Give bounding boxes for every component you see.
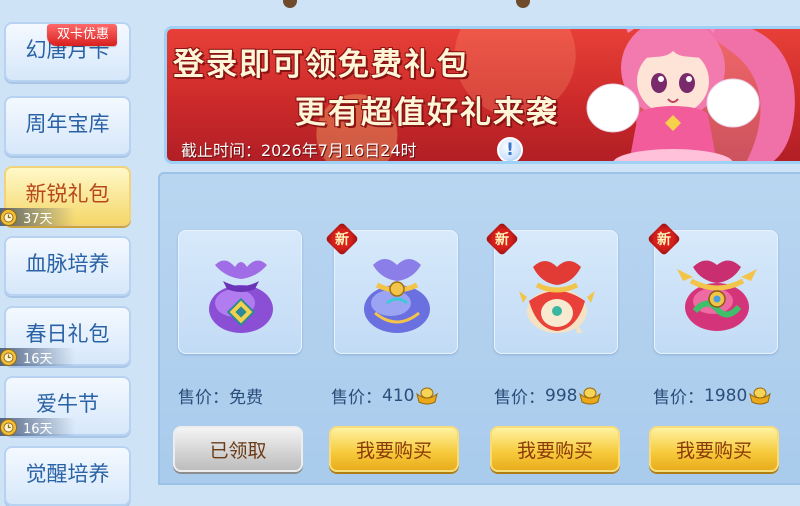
clock-icon [0,208,17,226]
red-bag-icon [519,261,595,333]
purple-bag-icon [209,260,273,333]
top-ornament [516,0,530,8]
double-card-badge: 双卡优惠 [47,24,118,46]
blue-bag-icon [364,259,430,333]
gold-ingot-icon [579,387,602,404]
sidebar-item-anniversary-vault[interactable]: 周年宝库 [4,96,131,156]
sidebar-item-awakening-training[interactable]: 觉醒培养 [4,446,131,506]
banner-headline: 登录即可领免费礼包 [173,47,470,83]
promo-banner: 登录即可领免费礼包 更有超值好礼来袭 截止时间：2026年7月16日24时 ! [164,26,800,164]
sidebar-item-label: 血脉培养 [25,252,110,276]
price-value: 998 [545,385,578,406]
gold-ingot-icon [749,387,772,404]
price-value: 1980 [704,385,748,406]
price-value: 410 [382,385,415,406]
sidebar-item-label: 周年宝库 [25,112,110,136]
price-label: 售价： 1980 [653,383,772,408]
price-label: 售价： 998 [494,383,602,408]
countdown-timer: 16天 [0,418,75,437]
sidebar-item-label: 春日礼包 [25,322,110,346]
countdown-timer: 37天 [0,208,75,227]
clock-icon [0,418,17,436]
gold-ingot-icon [416,387,439,404]
dragon-bag-icon [677,260,757,331]
banner-subheadline: 更有超值好礼来袭 [295,95,559,131]
sidebar-item-bloodline-training[interactable]: 血脉培养 [4,236,131,296]
new-badge: 新 [325,222,359,256]
product-card[interactable] [178,230,302,354]
countdown-timer: 16天 [0,348,75,367]
top-ornament [283,0,297,8]
claimed-button[interactable]: 已领取 [173,426,303,472]
sidebar: 幻唐月卡 双卡优惠 周年宝库 新锐礼包 37天 血脉培养 春日礼包 16天 爱牛… [0,0,150,506]
buy-button[interactable]: 我要购买 [490,426,620,472]
sidebar-item-label: 觉醒培养 [25,462,110,486]
clock-icon [0,348,17,366]
new-badge: 新 [647,222,681,256]
info-icon[interactable]: ! [497,137,523,161]
banner-deadline: 截止时间：2026年7月16日24时 [181,141,417,160]
timer-text: 16天 [23,351,53,367]
mascot-girl-icon [586,29,795,161]
new-badge: 新 [485,222,519,256]
sidebar-item-label: 新锐礼包 [25,182,110,206]
sidebar-item-label: 爱牛节 [36,392,99,416]
buy-button[interactable]: 我要购买 [329,426,459,472]
timer-text: 37天 [23,211,53,227]
price-label: 售价：免费 [178,388,263,408]
price-label: 售价： 410 [331,383,439,408]
buy-button[interactable]: 我要购买 [649,426,779,472]
timer-text: 16天 [23,421,53,437]
